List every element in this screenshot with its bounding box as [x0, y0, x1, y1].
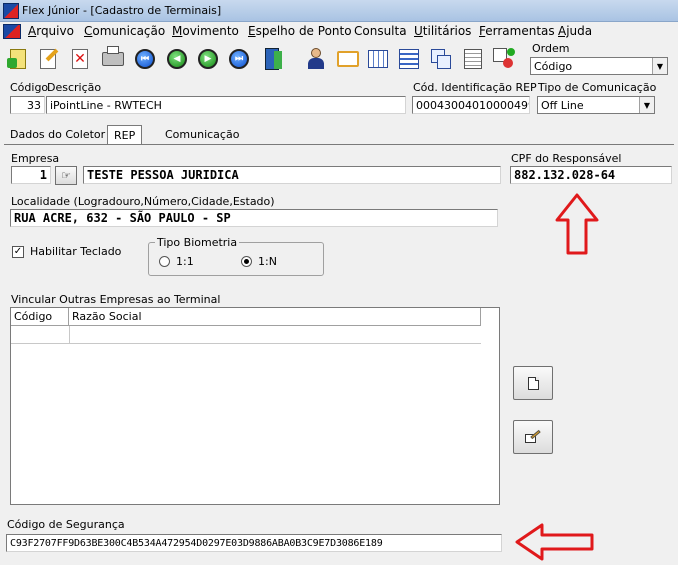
next-record-icon[interactable]: ▶ — [194, 45, 222, 73]
edit-pencil-icon — [525, 429, 541, 444]
menu-ferramentas[interactable]: Ferramentas — [479, 24, 555, 38]
pointing-hand-icon: ☞ — [61, 169, 71, 182]
localidade-label: Localidade (Logradouro,Número,Cidade,Est… — [11, 195, 275, 208]
tipo-comunicacao-select[interactable]: Off Line ▼ — [537, 96, 655, 114]
delete-record-icon[interactable]: ✕ — [66, 45, 94, 73]
seguranca-field[interactable]: C93F2707FF9D63BE300C4B534A472954D0297E03… — [6, 534, 502, 552]
tab-dados-do-coletor[interactable]: Dados do Coletor — [4, 125, 111, 145]
biometria-radio-1-1[interactable] — [159, 256, 170, 267]
red-arrow-up-annotation — [555, 193, 599, 255]
descricao-label: Descrição — [47, 81, 102, 94]
habilitar-teclado-label: Habilitar Teclado — [30, 245, 122, 258]
tab-rep[interactable]: REP — [107, 125, 143, 145]
users-icon[interactable] — [302, 45, 330, 73]
edit-record-icon[interactable] — [34, 45, 62, 73]
ordem-select[interactable]: Código ▼ — [530, 57, 668, 75]
previous-record-icon[interactable]: ◀ — [163, 45, 191, 73]
menu-arquivo[interactable]: Arquivo — [28, 24, 74, 38]
report-icon[interactable] — [459, 45, 487, 73]
vincular-grid[interactable]: Código Razão Social — [10, 307, 500, 505]
habilitar-teclado-checkbox[interactable]: ✓ — [12, 246, 24, 258]
menu-comunicacao[interactable]: Comunicação — [84, 24, 165, 38]
ordem-label: Ordem — [532, 42, 570, 55]
exit-door-icon[interactable] — [258, 45, 286, 73]
chevron-down-icon: ▼ — [652, 58, 667, 74]
table-row[interactable] — [11, 326, 481, 344]
add-empresa-button[interactable] — [513, 366, 553, 400]
biometria-option-1-n: 1:N — [258, 255, 277, 268]
toolbar: ✕ ⏮ ◀ ▶ ⏭ — [0, 41, 520, 77]
first-record-icon[interactable]: ⏮ — [131, 45, 159, 73]
descricao-field[interactable]: iPointLine - RWTECH — [46, 96, 406, 114]
red-arrow-left-annotation — [515, 523, 594, 561]
empresa-codigo-field[interactable]: 1 — [11, 166, 51, 184]
vincular-label: Vincular Outras Empresas ao Terminal — [11, 293, 221, 306]
refresh-icon[interactable] — [490, 45, 518, 73]
tipo-comunicacao-value: Off Line — [541, 99, 584, 112]
new-document-icon — [527, 376, 539, 390]
tipo-comunicacao-label: Tipo de Comunicação — [538, 81, 657, 94]
codigo-label: Código — [10, 81, 49, 94]
cod-rep-field[interactable]: 00043004010000499 — [412, 96, 530, 114]
menu-espelho-de-ponto[interactable]: Espelho de Ponto — [248, 24, 352, 38]
list-icon[interactable] — [395, 45, 423, 73]
localidade-field[interactable]: RUA ACRE, 632 - SÃO PAULO - SP — [10, 209, 498, 227]
book-icon[interactable] — [334, 45, 362, 73]
cpf-field[interactable]: 882.132.028-64 — [510, 166, 672, 184]
grid-header-razao-social[interactable]: Razão Social — [69, 308, 481, 326]
print-icon[interactable] — [99, 45, 127, 73]
biometria-radio-1-n[interactable] — [241, 256, 252, 267]
app-icon — [3, 3, 19, 19]
biometria-label: Tipo Biometria — [155, 236, 240, 249]
new-record-icon[interactable] — [4, 45, 32, 73]
codigo-field[interactable]: 33 — [10, 96, 45, 114]
biometria-option-1-1: 1:1 — [176, 255, 194, 268]
cod-rep-label: Cód. Identificação REP — [413, 81, 537, 94]
empresa-search-button[interactable]: ☞ — [55, 166, 77, 185]
windows-icon[interactable] — [427, 45, 455, 73]
menu-utilitarios[interactable]: Utilitários — [414, 24, 471, 38]
window-title: Flex Júnior - [Cadastro de Terminais] — [22, 4, 222, 17]
mdi-icon[interactable] — [3, 24, 21, 39]
grid-header-codigo[interactable]: Código — [11, 308, 69, 326]
edit-empresa-button[interactable] — [513, 420, 553, 454]
calendar-icon[interactable] — [364, 45, 392, 73]
cpf-label: CPF do Responsável — [511, 152, 622, 165]
chevron-down-icon: ▼ — [639, 97, 654, 113]
last-record-icon[interactable]: ⏭ — [225, 45, 253, 73]
empresa-nome-field[interactable]: TESTE PESSOA JURIDICA — [83, 166, 501, 184]
tab-comunicacao[interactable]: Comunicação — [159, 125, 245, 145]
empresa-label: Empresa — [11, 152, 60, 165]
seguranca-label: Código de Segurança — [7, 518, 125, 531]
menu-consulta[interactable]: Consulta — [354, 24, 407, 38]
grid-divider — [69, 326, 70, 344]
menu-movimento[interactable]: Movimento — [172, 24, 239, 38]
menu-ajuda[interactable]: Ajuda — [558, 24, 592, 38]
ordem-select-value: Código — [534, 60, 573, 73]
